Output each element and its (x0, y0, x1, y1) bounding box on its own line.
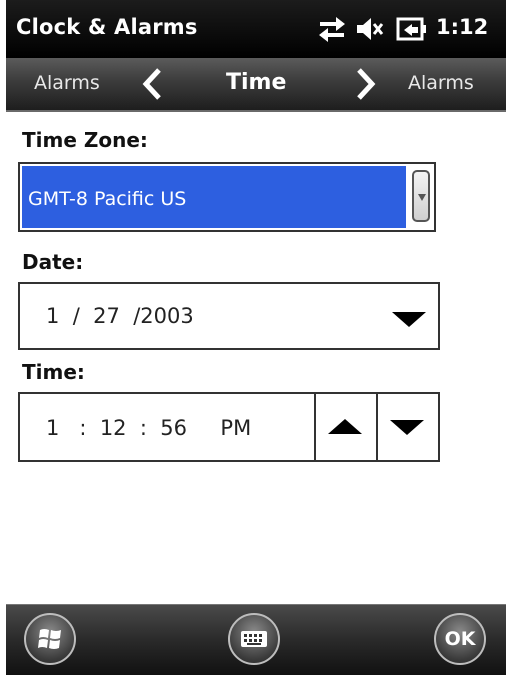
speaker-muted-icon[interactable] (354, 13, 384, 45)
ok-button[interactable]: OK (434, 613, 486, 665)
connectivity-arrows-icon[interactable] (316, 13, 348, 45)
dropdown-arrow-icon[interactable] (392, 312, 426, 327)
windows-flag-icon (38, 629, 61, 649)
nav-current-tab: Time (226, 70, 287, 95)
time-zone-label: Time Zone: (22, 128, 148, 152)
app-title[interactable]: Clock & Alarms (16, 15, 198, 39)
title-bar: Clock & Alarms 1:12 (6, 0, 506, 58)
time-increment-button[interactable] (314, 394, 376, 460)
time-zone-scroll-button[interactable] (412, 170, 430, 222)
time-label: Time: (22, 360, 85, 384)
nav-next-label[interactable]: Alarms (408, 72, 474, 94)
date-label: Date: (22, 250, 84, 274)
nav-prev-label[interactable]: Alarms (34, 72, 100, 94)
softkey-bar: OK (6, 604, 506, 675)
time-zone-value: GMT-8 Pacific US (28, 188, 187, 210)
time-zone-dropdown[interactable]: GMT-8 Pacific US (18, 162, 436, 232)
chevron-left-icon[interactable] (140, 66, 164, 102)
date-value[interactable]: 1 / 27 /2003 (46, 304, 194, 328)
screen: Clock & Alarms 1:12 Alarms Time Alarms T… (0, 0, 512, 681)
start-button[interactable] (24, 613, 76, 665)
ok-label: OK (444, 628, 476, 650)
time-zone-selected-item[interactable]: GMT-8 Pacific US (22, 166, 406, 228)
clock-time[interactable]: 1:12 (436, 15, 488, 39)
time-value[interactable]: 1 : 12 : 56 PM (46, 416, 251, 440)
keyboard-button[interactable] (228, 613, 280, 665)
date-picker[interactable]: 1 / 27 /2003 (18, 282, 440, 350)
tab-navigation-bar: Alarms Time Alarms (6, 58, 506, 112)
chevron-down-icon (418, 194, 426, 201)
arrow-down-icon (390, 420, 424, 435)
arrow-up-icon (328, 419, 362, 434)
chevron-right-icon[interactable] (354, 66, 378, 102)
battery-plug-icon[interactable] (394, 13, 428, 45)
keyboard-icon (241, 631, 267, 647)
time-picker[interactable]: 1 : 12 : 56 PM (18, 392, 440, 462)
time-decrement-button[interactable] (376, 394, 438, 460)
